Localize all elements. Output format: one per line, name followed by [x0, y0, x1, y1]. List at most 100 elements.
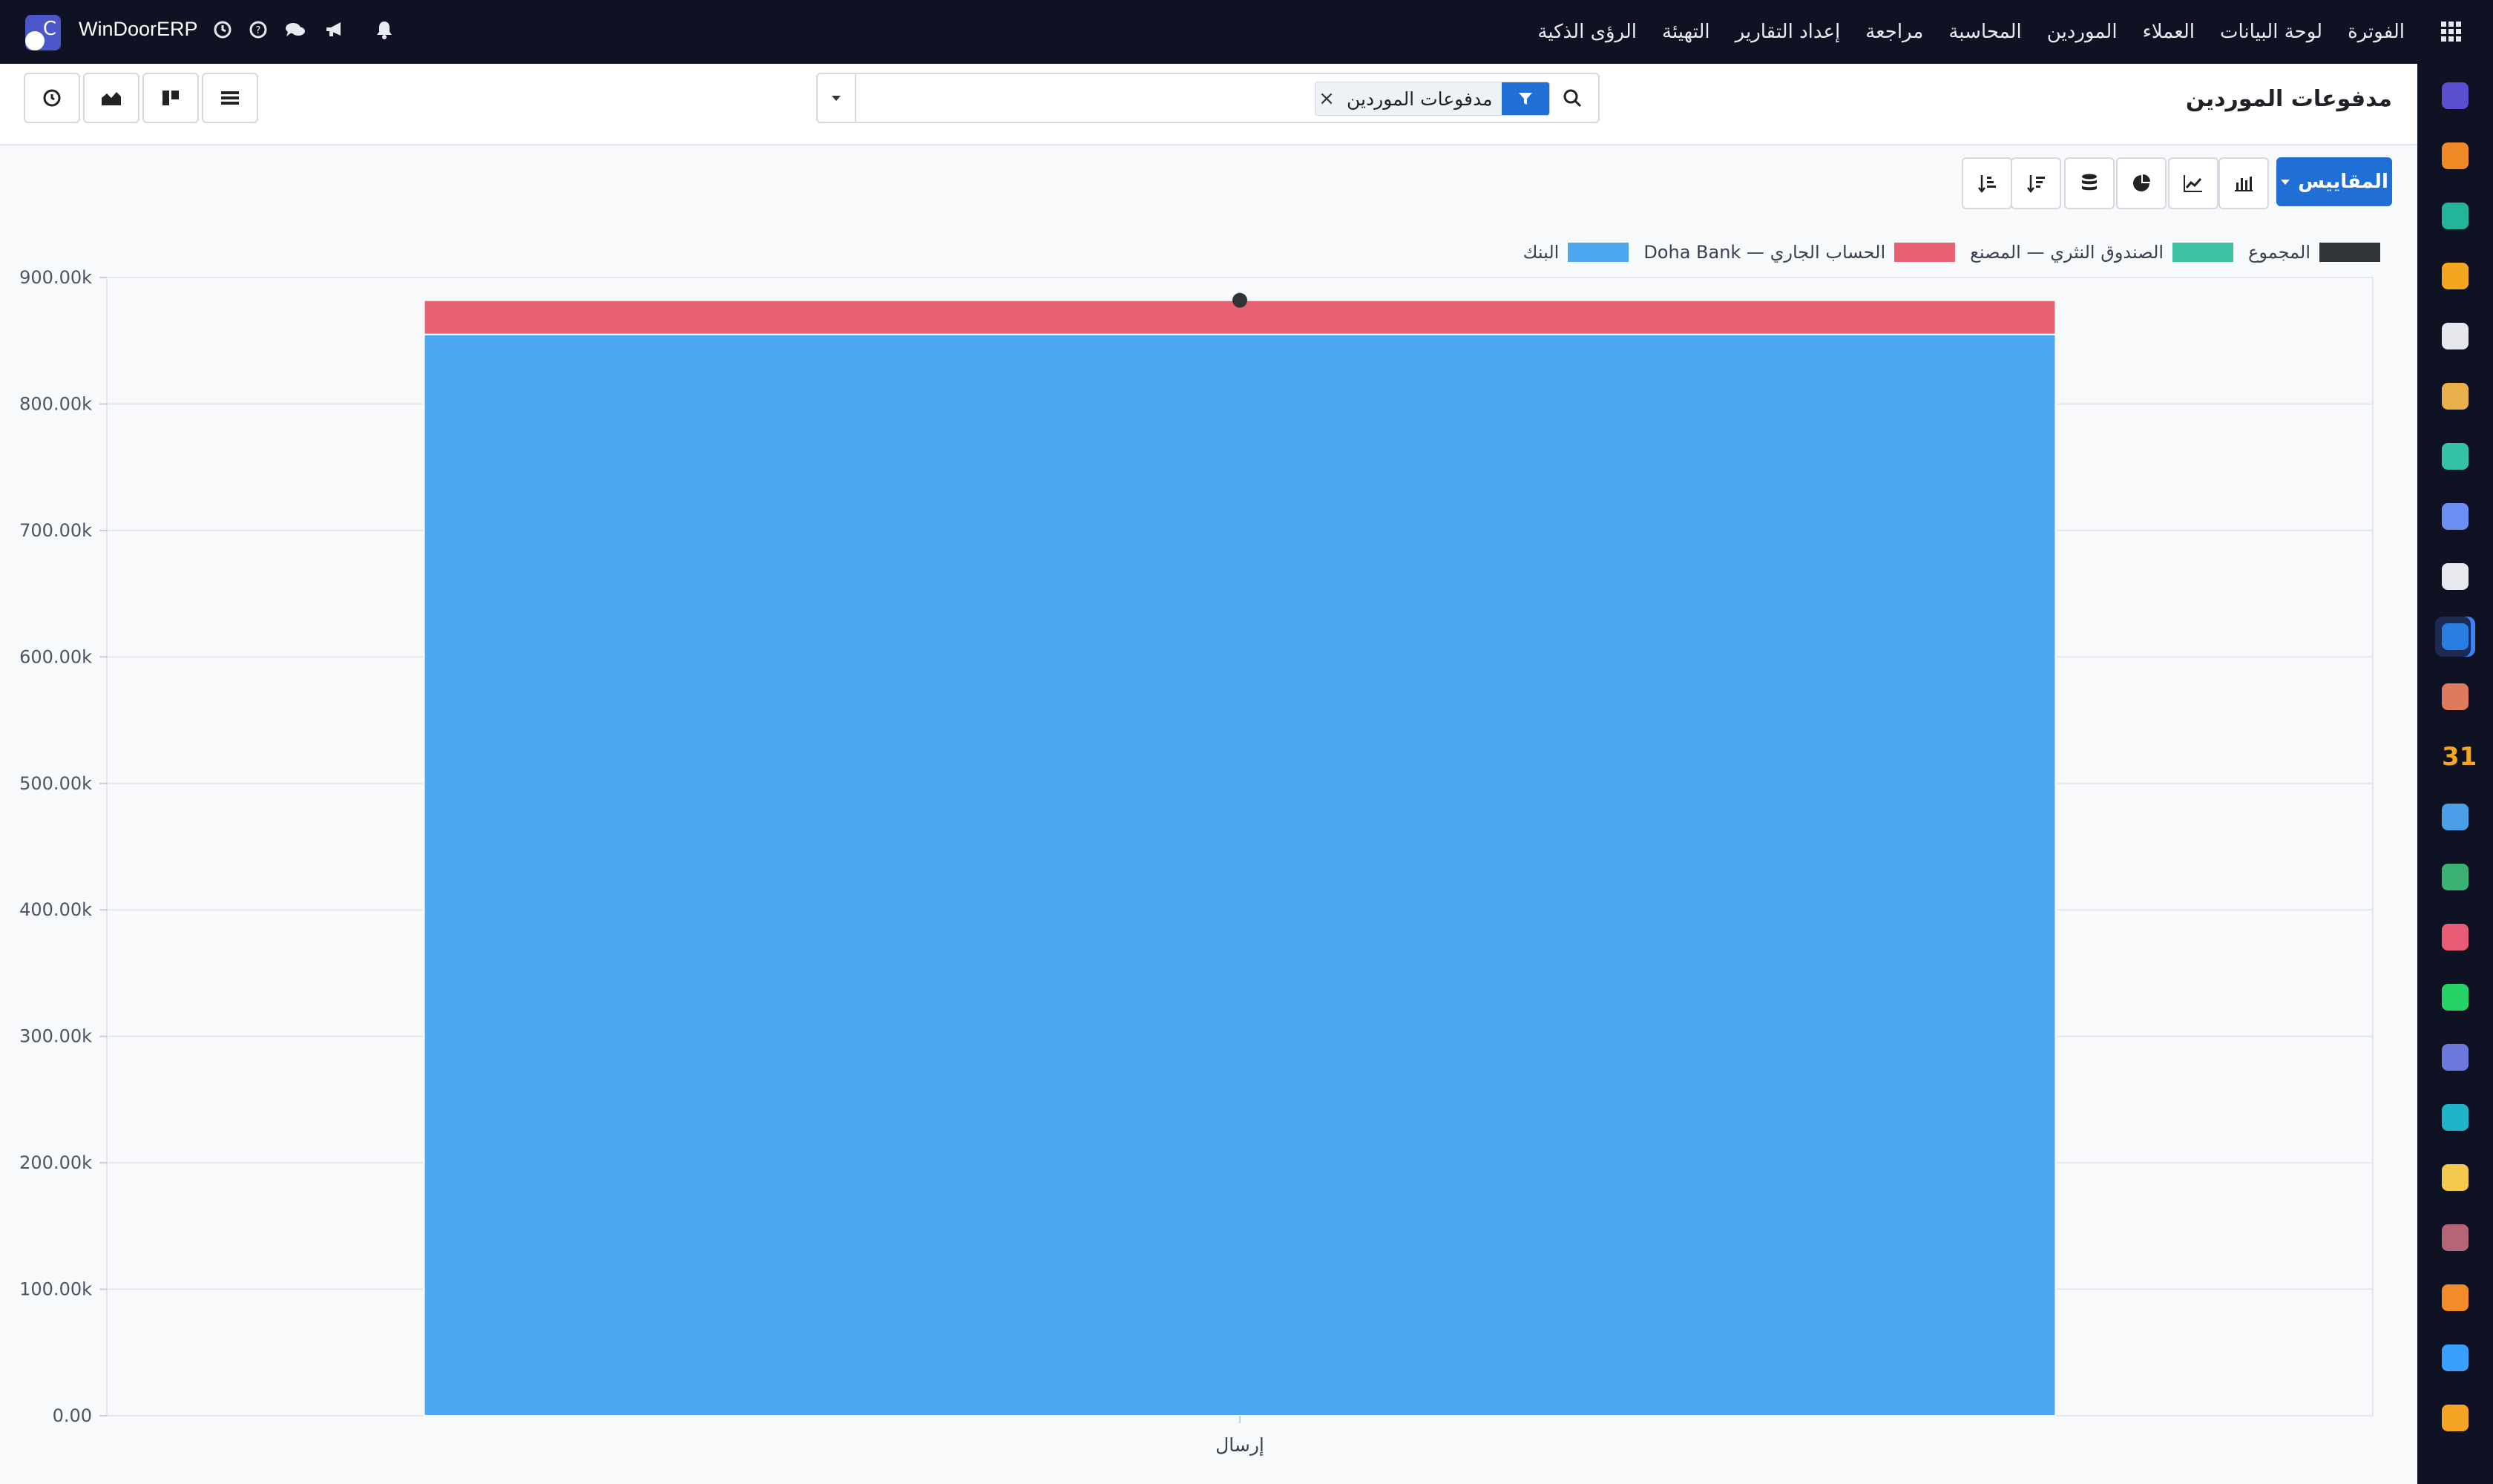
graph-view-button[interactable]: [83, 73, 139, 123]
caret-down-icon: [832, 96, 841, 101]
photo-icon[interactable]: [2435, 376, 2475, 416]
total-point: [1232, 292, 1247, 308]
kanban-view-button[interactable]: [142, 73, 199, 123]
view-switcher: [24, 73, 261, 123]
y-tick-label: 400.00k: [19, 899, 92, 920]
rail-tile: 31: [2442, 742, 2477, 772]
menu-invoicing[interactable]: الفوترة: [2335, 21, 2417, 43]
bar-report-icon[interactable]: [2435, 256, 2475, 296]
search-options-toggle[interactable]: [818, 74, 856, 122]
clock-icon[interactable]: [209, 16, 236, 43]
box-icon[interactable]: [2435, 556, 2475, 597]
search-facet: × مدفوعات الموردين: [1315, 82, 1550, 116]
facet-remove-icon[interactable]: ×: [1316, 82, 1338, 115]
sign-icon[interactable]: [2435, 797, 2475, 837]
contact-icon[interactable]: [2435, 857, 2475, 897]
activity-view-button[interactable]: [24, 73, 80, 123]
caret-down-icon: [2281, 180, 2290, 185]
announcement-icon[interactable]: [322, 16, 349, 43]
pie-icon[interactable]: [2435, 1338, 2475, 1378]
menu-smart-insights[interactable]: الرؤى الذكية: [1525, 21, 1649, 43]
area-chart-icon: [102, 92, 121, 105]
bar-chart-button[interactable]: [2218, 157, 2269, 209]
clock-icon: [43, 89, 61, 107]
stacked-button[interactable]: [2064, 157, 2115, 209]
y-tick-label: 600.00k: [19, 646, 92, 667]
chat-bubble-icon[interactable]: [2435, 136, 2475, 176]
rail-tile: [2442, 1044, 2469, 1071]
rail-tile: [2442, 503, 2469, 530]
line-chart-button[interactable]: [2168, 157, 2218, 209]
menu-customers[interactable]: العملاء: [2130, 21, 2207, 43]
y-tick-label: 900.00k: [19, 267, 92, 288]
menu-accounting[interactable]: المحاسبة: [1936, 21, 2034, 43]
apps-grid-icon[interactable]: [2437, 17, 2466, 47]
menu-vendors[interactable]: الموردين: [2034, 21, 2130, 43]
hexagon-icon[interactable]: [2435, 1278, 2475, 1318]
rail-tile: [2442, 804, 2469, 830]
clock-icon[interactable]: [2435, 1037, 2475, 1077]
y-tick-label: 200.00k: [19, 1152, 92, 1173]
pie-chart-button[interactable]: [2116, 157, 2167, 209]
m-icon[interactable]: [2435, 76, 2475, 116]
rail-tile: [2442, 1284, 2469, 1311]
sort-ascending-button[interactable]: [1962, 157, 2012, 209]
app-rail: 31: [2417, 64, 2493, 1484]
menu-configuration[interactable]: التهيئة: [1649, 21, 1723, 43]
search-input[interactable]: [862, 80, 1377, 117]
dashboard-icon[interactable]: [2435, 917, 2475, 957]
facet-label: مدفوعات الموردين: [1338, 82, 1502, 115]
brand-name[interactable]: WinDoorERP: [79, 18, 198, 41]
accounting-icon[interactable]: [2435, 617, 2475, 657]
wave-icon[interactable]: [2435, 1097, 2475, 1137]
svg-text:?: ?: [256, 25, 261, 36]
page-title: مدفوعات الموردين: [2185, 86, 2392, 112]
bell-icon[interactable]: [371, 16, 398, 43]
y-tick-label: 300.00k: [19, 1026, 92, 1047]
rail-tile: [2442, 563, 2469, 590]
gem-icon[interactable]: [2435, 196, 2475, 236]
rail-tile: [2442, 683, 2469, 710]
filter-icon: [1501, 82, 1549, 115]
cube-icon[interactable]: [2435, 316, 2475, 356]
rail-tile: [2442, 443, 2469, 470]
menu-dashboard[interactable]: لوحة البيانات: [2207, 21, 2335, 43]
list-view-button[interactable]: [202, 73, 258, 123]
measures-label: المقاييس: [2298, 171, 2388, 193]
rail-tile: [2442, 1224, 2469, 1251]
measures-button[interactable]: المقاييس: [2276, 157, 2392, 206]
menu-review[interactable]: مراجعة: [1853, 21, 1936, 43]
rail-tile: [2442, 623, 2469, 650]
main-menu: الفوترة لوحة البيانات العملاء الموردين ا…: [1525, 0, 2466, 64]
bar-chart-icon: [2235, 177, 2253, 191]
sort-ascending-icon: [1978, 175, 1996, 194]
calendar-icon[interactable]: 31: [2435, 737, 2477, 777]
rail-tile: [2442, 323, 2469, 349]
discuss-icon[interactable]: [282, 16, 309, 43]
send-icon[interactable]: [2435, 1158, 2475, 1198]
y-tick-label: 500.00k: [19, 773, 92, 794]
company-logo[interactable]: C: [25, 15, 61, 50]
line-chart-icon: [2184, 175, 2202, 192]
whatsapp-icon[interactable]: [2435, 977, 2475, 1017]
pie-chart-icon: [2133, 174, 2150, 191]
y-tick-label: 700.00k: [19, 520, 92, 541]
search-bar: × مدفوعات الموردين: [816, 73, 1600, 123]
rail-tile: [2442, 1345, 2469, 1371]
rail-tile: [2442, 1164, 2469, 1191]
rail-tile: [2442, 383, 2469, 410]
book-icon[interactable]: [2435, 496, 2475, 536]
rail-tile: [2442, 1405, 2469, 1431]
kanban-icon: [162, 91, 179, 105]
donut-icon[interactable]: [2435, 1398, 2475, 1438]
help-icon[interactable]: ?: [245, 16, 272, 43]
control-panel: مدفوعات الموردين × مدفوعات الموردين: [0, 64, 2417, 145]
search-button[interactable]: [1549, 74, 1595, 122]
check-icon[interactable]: [2435, 436, 2475, 476]
card-icon[interactable]: [2435, 1218, 2475, 1258]
rail-tile: [2442, 924, 2469, 951]
sort-descending-button[interactable]: [2011, 157, 2061, 209]
y-tick-label: 0.00: [53, 1405, 92, 1426]
team-icon[interactable]: [2435, 677, 2475, 717]
menu-reporting[interactable]: إعداد التقارير: [1723, 21, 1853, 43]
